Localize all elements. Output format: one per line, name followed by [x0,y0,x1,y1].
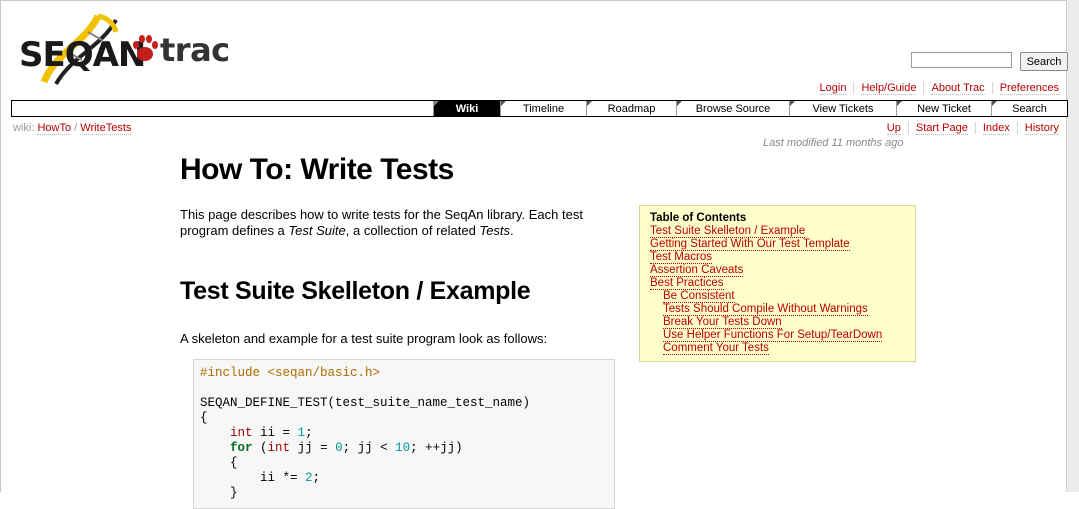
last-modified: Last modified 11 months ago [763,137,904,149]
toc-link-test-macros[interactable]: Test Macros [650,251,712,264]
start-page-link[interactable]: Start Page [915,122,968,135]
search-button[interactable]: Search [1020,52,1068,71]
preferences-link[interactable]: Preferences [999,82,1059,95]
toc-item: Test Suite Skelleton / Example [650,225,905,238]
meta-nav: Login Help/Guide About Trac Preferences [813,82,1066,95]
intro-paragraph: This page describes how to write tests f… [180,207,583,238]
seqan-trac-logo[interactable]: SEQAN trac [16,12,230,86]
login-link[interactable]: Login [819,82,847,95]
tab-search[interactable]: Search [991,101,1067,116]
table-of-contents: Table of Contents Test Suite Skelleton /… [639,205,916,362]
paw-icon [133,35,158,61]
logo-trac-text: trac [160,31,230,69]
context-nav: Up Start Page Index History [880,122,1066,135]
tab-view-tickets[interactable]: View Tickets [789,101,896,116]
toc-link-helper-functions[interactable]: Use Helper Functions For Setup/TearDown [663,329,883,342]
toc-item: Tests Should Compile Without Warnings [650,303,905,316]
toc-link-compile-without-warnings[interactable]: Tests Should Compile Without Warnings [663,303,868,316]
page-title: How To: Write Tests [180,153,454,186]
toc-link-best-practices[interactable]: Best Practices [650,277,724,290]
logo-seqan-text: SEQAN [19,35,146,75]
up-link[interactable]: Up [886,122,901,135]
breadcrumb-howto[interactable]: HowTo [37,122,72,135]
help-guide-link[interactable]: Help/Guide [861,82,917,95]
search-input[interactable] [911,52,1012,68]
code-block: #include <seqan/basic.h> SEQAN_DEFINE_TE… [193,359,615,509]
skeleton-description: A skeleton and example for a test suite … [180,331,548,346]
toc-link-break-tests-down[interactable]: Break Your Tests Down [663,316,782,329]
toc-item: Test Macros [650,251,905,264]
toc-link-getting-started[interactable]: Getting Started With Our Test Template [650,238,850,251]
about-trac-link[interactable]: About Trac [931,82,985,95]
main-nav: Wiki Timeline Roadmap Browse Source View… [11,100,1068,117]
section-heading: Test Suite Skelleton / Example [180,277,531,305]
toc-item: Break Your Tests Down [650,316,905,329]
toc-item: Comment Your Tests [650,342,905,355]
window-top-border [0,0,1079,1]
toc-item: Assertion Caveats [650,264,905,277]
breadcrumb-writetests[interactable]: WriteTests [80,122,132,135]
toc-item: Best Practices [650,277,905,290]
toc-link-be-consistent[interactable]: Be Consistent [663,290,735,303]
window-left-border [0,0,1,492]
last-modified-age[interactable]: 11 months [832,137,883,149]
toc-link-comment-tests[interactable]: Comment Your Tests [663,342,769,355]
scrollbar[interactable] [1066,0,1079,492]
tab-browse-source[interactable]: Browse Source [676,101,789,116]
toc-title: Table of Contents [650,212,747,224]
toc-item: Use Helper Functions For Setup/TearDown [650,329,905,342]
breadcrumb-prefix: wiki: [13,122,35,134]
toc-item: Getting Started With Our Test Template [650,238,905,251]
index-link[interactable]: Index [982,122,1010,135]
toc-item: Be Consistent [650,290,905,303]
tab-new-ticket[interactable]: New Ticket [896,101,991,116]
tab-wiki[interactable]: Wiki [433,101,500,116]
toc-link-test-suite-skelleton[interactable]: Test Suite Skelleton / Example [650,225,806,238]
tab-timeline[interactable]: Timeline [500,101,586,116]
history-link[interactable]: History [1024,122,1059,135]
breadcrumb-separator: / [74,122,78,134]
breadcrumb: wiki: HowTo / WriteTests [13,122,132,135]
toc-link-assertion-caveats[interactable]: Assertion Caveats [650,264,744,277]
tab-roadmap[interactable]: Roadmap [586,101,676,116]
